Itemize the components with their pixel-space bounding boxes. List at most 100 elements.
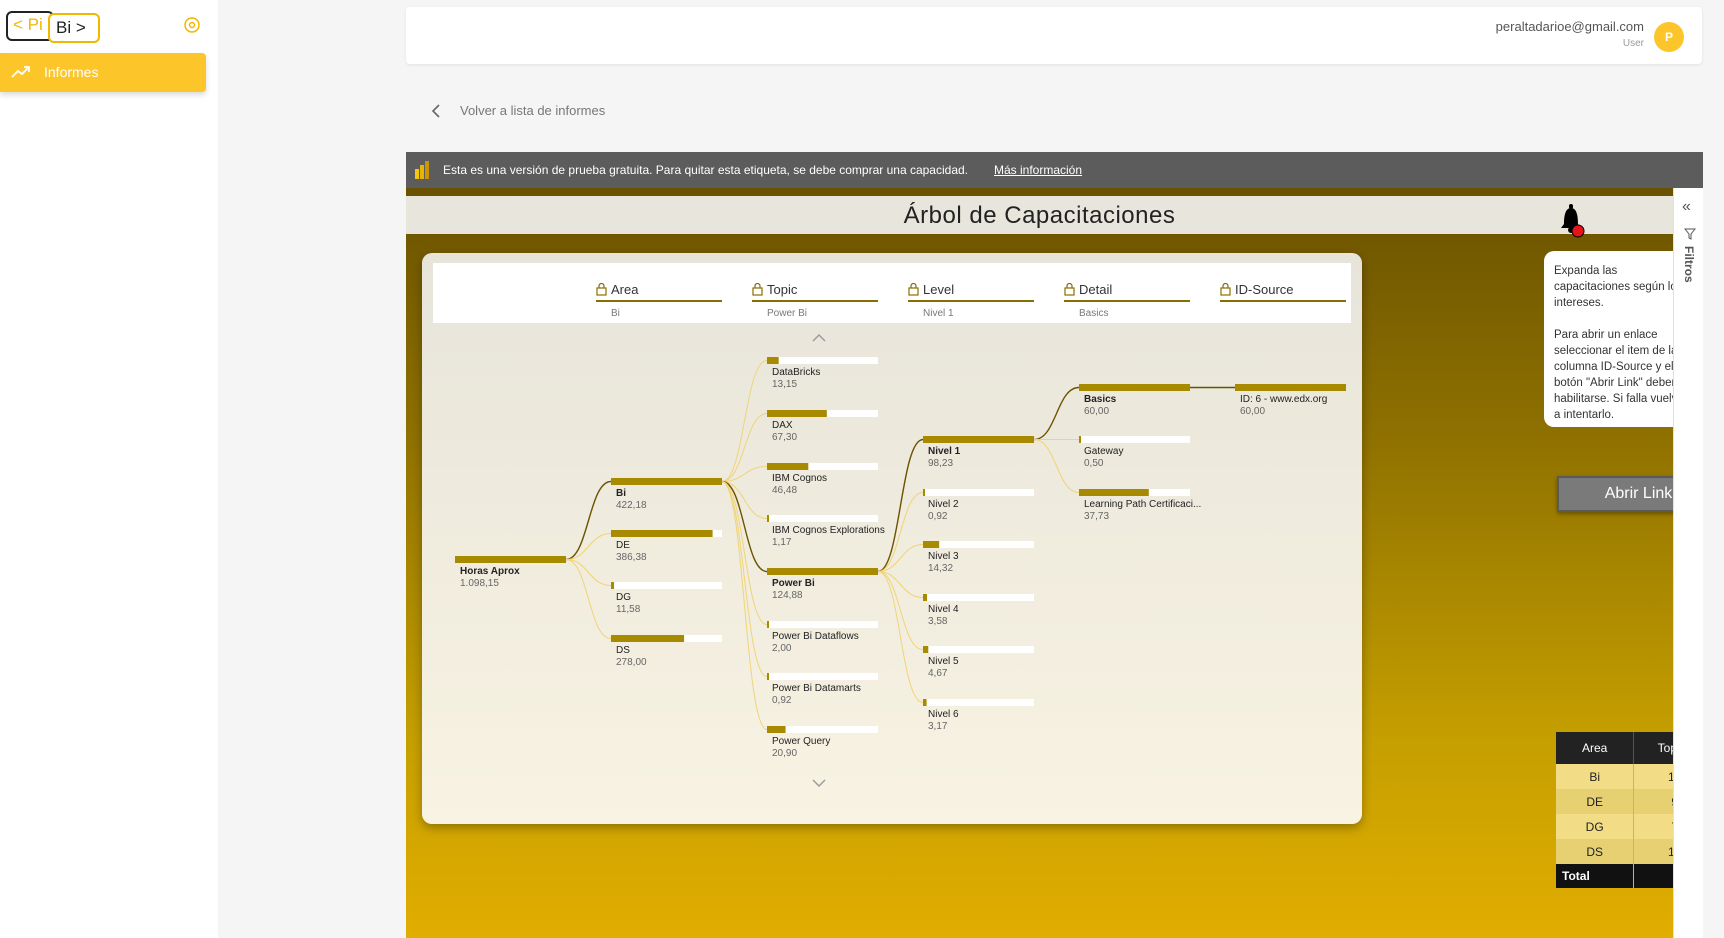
tree-node-value: 422,18 [616, 500, 647, 511]
tree-node-value: 2,00 [772, 643, 792, 654]
level-underline [1064, 300, 1190, 302]
lock-icon [1064, 283, 1075, 296]
collapse-icon[interactable]: « [1682, 198, 1691, 216]
logo-left: < Pi [6, 11, 54, 41]
tree-link [721, 480, 768, 573]
tree-node-label: Nivel 5 [928, 656, 959, 667]
tree-node-bar [767, 410, 827, 417]
report-frame: Esta es una versión de prueba gratuita. … [406, 152, 1703, 938]
level-selected: Nivel 1 [923, 308, 954, 319]
tree-node-track [767, 673, 878, 680]
tree-node-bar [767, 726, 786, 733]
tree-node-value: 60,00 [1240, 406, 1265, 417]
tree-node-label: Power Bi [772, 578, 815, 589]
level-name: ID-Source [1235, 282, 1294, 297]
level-id-source[interactable]: ID-Source [1220, 273, 1346, 317]
sidebar: < Pi Bi > Informes [0, 0, 218, 938]
tree-node-bar [767, 463, 809, 470]
note-paragraph-1: Expanda las capacitaciones según los int… [1554, 265, 1683, 309]
tree-node-bar [923, 699, 927, 706]
lock-icon [1220, 283, 1231, 296]
tree-link [721, 481, 768, 677]
user-email: peraltadarioe@gmail.com [1495, 19, 1644, 34]
lock-icon [596, 283, 607, 296]
power-bi-icon [415, 161, 429, 179]
tree-node-bar [1079, 436, 1081, 443]
logo-right: Bi > [48, 13, 100, 43]
more-info-link[interactable]: Más información [994, 163, 1082, 177]
root-node-value: 1.098,15 [460, 578, 499, 589]
tree-node-label: DAX [772, 420, 793, 431]
tree-node-label: Power Query [772, 736, 830, 747]
cell-area: DS [1556, 839, 1635, 864]
tree-node-label: IBM Cognos Explorations [772, 525, 885, 536]
tree-node-value: 0,92 [928, 511, 948, 522]
tree-node-bar [923, 436, 1034, 443]
root-node-label: Horas Aprox [460, 566, 520, 577]
tree-node-value: 124,88 [772, 590, 803, 601]
app-logo[interactable]: < Pi Bi > [6, 11, 100, 43]
tree-node-bar [923, 489, 925, 496]
trending-up-icon [11, 66, 30, 78]
level-detail[interactable]: Detail Basics [1064, 273, 1190, 319]
chevron-down-icon [812, 779, 826, 787]
tree-node-label: Power Bi Dataflows [772, 631, 859, 642]
level-underline [596, 300, 722, 302]
tree-node-value: 0,92 [772, 695, 792, 706]
tree-node-label: DE [616, 540, 630, 551]
tree-node-bar [767, 568, 878, 575]
level-underline [908, 300, 1034, 302]
tree-node-track [1079, 436, 1190, 443]
tree-node-value: 3,58 [928, 616, 948, 627]
tree-node-bar [923, 646, 929, 653]
level-name: Level [923, 282, 955, 297]
tree-link [1033, 386, 1080, 441]
level-underline [1220, 300, 1346, 302]
tree-node-label: Nivel 6 [928, 709, 959, 720]
back-link-label: Volver a lista de informes [460, 103, 606, 118]
level-selected: Bi [611, 308, 620, 319]
tree-node-track [611, 582, 722, 589]
target-icon[interactable] [183, 16, 201, 34]
tree-node-bar [767, 515, 769, 522]
tree-node-value: 46,48 [772, 485, 797, 496]
cell-area: DG [1556, 814, 1635, 839]
report-title: Árbol de Capacitaciones [903, 202, 1176, 229]
tree-node-track [767, 515, 878, 522]
lock-icon [752, 283, 763, 296]
tree-node-bar [1079, 384, 1190, 391]
tree-node-value: 4,67 [928, 668, 948, 679]
tree-node-value: 11,58 [616, 604, 641, 615]
tree-node-value: 13,15 [772, 379, 797, 390]
tree-link [721, 481, 768, 730]
level-topic[interactable]: Topic Power Bi [752, 273, 878, 319]
tree-node-value: 98,23 [928, 458, 953, 469]
decomposition-tree: Area Bi Topic Power Bi Level Nivel 1 Det… [422, 253, 1362, 824]
tree-node-track [923, 646, 1034, 653]
filters-label: Filtros [1682, 246, 1696, 283]
bell-icon[interactable] [1554, 202, 1588, 238]
filters-pane[interactable]: « Filtros [1673, 188, 1703, 938]
tree-node-track [923, 699, 1034, 706]
tree-node-value: 37,73 [1084, 511, 1109, 522]
level-name: Detail [1079, 282, 1113, 297]
avatar[interactable]: P [1654, 22, 1684, 52]
tree-node-label: DataBricks [772, 367, 820, 378]
tree-node-label: DS [616, 645, 630, 656]
tree-link [721, 360, 768, 482]
level-level[interactable]: Level Nivel 1 [908, 273, 1034, 319]
tree-node-bar [611, 478, 722, 485]
tree-node-bar [611, 530, 713, 537]
tree-link [565, 533, 612, 560]
filter-icon [1684, 228, 1696, 240]
tree-node-value: 60,00 [1084, 406, 1109, 417]
level-area[interactable]: Area Bi [596, 273, 722, 319]
tree-link [877, 571, 924, 703]
table-header-area: Area [1556, 732, 1635, 764]
tree-node-track [923, 594, 1034, 601]
tree-node-label: Basics [1084, 394, 1117, 405]
note-paragraph-2: Para abrir un enlace seleccionar el item… [1554, 329, 1685, 421]
sidebar-item-informes[interactable]: Informes [0, 53, 206, 92]
tree-node-bar [1235, 384, 1346, 391]
tree-node-label: ID: 6 - www.edx.org [1240, 394, 1327, 405]
